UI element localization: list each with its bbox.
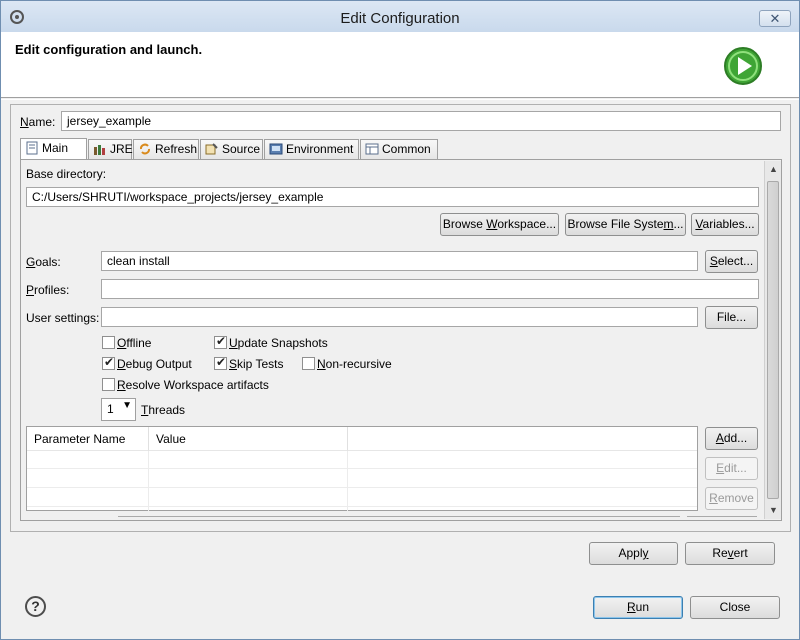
name-label: Name: [20,115,56,129]
tab-label: JRE [110,142,133,156]
resolve-workspace-label: Resolve Workspace artifacts [117,378,269,392]
column-header-value[interactable]: Value [149,427,348,451]
run-button[interactable]: Run [593,596,683,619]
goals-field[interactable]: clean install [101,251,698,271]
threads-label: Threads [141,403,186,417]
tab-source[interactable]: Source [200,139,263,159]
window-title: Edit Configuration [340,10,460,27]
tab-environment[interactable]: Environment [264,139,359,159]
edit-parameter-button[interactable]: Edit... [705,457,758,480]
scroll-up-icon[interactable]: ▲ [765,161,782,178]
select-goals-button[interactable]: Select... [705,250,758,273]
close-button[interactable]: Close [690,596,780,619]
debug-output-label: Debug Output [117,357,192,371]
threads-select[interactable]: 1 ▼ [101,398,136,421]
goals-label: Goals: [26,255,61,269]
column-header-filler [348,427,697,451]
tab-label: Common [382,142,431,156]
table-column [27,451,149,511]
resolve-workspace-checkbox[interactable] [102,378,115,391]
source-icon [205,143,218,155]
column-header-parameter-name[interactable]: Parameter Name [27,427,149,451]
environment-icon [269,143,283,155]
offline-label: Offline [117,336,152,350]
variables-button[interactable]: Variables... [691,213,759,236]
document-icon [26,141,38,155]
common-icon [365,143,379,155]
parameters-table[interactable]: Parameter Name Value [26,426,698,511]
file-button[interactable]: File... [705,306,758,329]
scroll-down-icon[interactable]: ▼ [765,502,782,519]
refresh-icon [140,143,150,155]
banner-heading: Edit configuration and launch. [15,42,203,57]
revert-button[interactable]: Revert [685,542,775,565]
user-settings-field[interactable] [101,307,698,327]
non-recursive-label: Non-recursive [317,357,392,371]
remove-parameter-button[interactable]: Remove [705,487,758,510]
tab-jre[interactable]: JRE [88,139,133,159]
user-settings-label: User settings: [26,311,100,325]
tab-label: Environment [286,142,354,156]
partial-field [118,516,680,520]
tab-label: Source [222,142,261,156]
debug-output-checkbox[interactable] [102,355,115,370]
chevron-down-icon: ▼ [122,400,132,411]
add-parameter-button[interactable]: Add... [705,427,758,450]
partial-button [687,516,757,520]
tab-label: Refresh [155,142,198,156]
profiles-field[interactable] [101,279,759,299]
tab-label: Main [42,141,69,155]
help-icon[interactable]: ? [25,596,46,617]
skip-tests-checkbox[interactable] [214,355,227,370]
tab-refresh[interactable]: Refresh [133,139,199,159]
profiles-label: Profiles: [26,283,70,297]
title-bar: Edit Configuration ✕ [1,1,799,32]
browse-workspace-button[interactable]: Browse Workspace... [440,213,559,236]
update-snapshots-label: Update Snapshots [229,336,328,350]
tab-common[interactable]: Common [360,139,438,159]
header-banner: Edit configuration and launch. [1,32,799,98]
offline-checkbox[interactable] [102,336,115,349]
run-icon [724,47,762,85]
separator [1,99,799,101]
window-close-button[interactable]: ✕ [759,10,791,27]
apply-button[interactable]: Apply [589,542,678,565]
threads-value: 1 [107,402,114,416]
library-icon [94,145,105,155]
update-snapshots-checkbox[interactable] [214,334,227,349]
edit-configuration-dialog: Edit Configuration ✕ Edit configuration … [0,0,800,640]
browse-file-system-button[interactable]: Browse File System... [565,213,686,236]
base-directory-label: Base directory: [26,167,107,181]
skip-tests-label: Skip Tests [229,357,284,371]
table-column [149,451,348,511]
base-directory-field[interactable]: C:/Users/SHRUTI/workspace_projects/jerse… [26,187,759,207]
non-recursive-checkbox[interactable] [302,357,315,370]
scrollbar-thumb[interactable] [767,181,779,499]
vertical-scrollbar[interactable]: ▲ ▼ [764,161,781,519]
name-field[interactable]: jersey_example [61,111,781,131]
tab-main[interactable]: Main [20,138,87,159]
